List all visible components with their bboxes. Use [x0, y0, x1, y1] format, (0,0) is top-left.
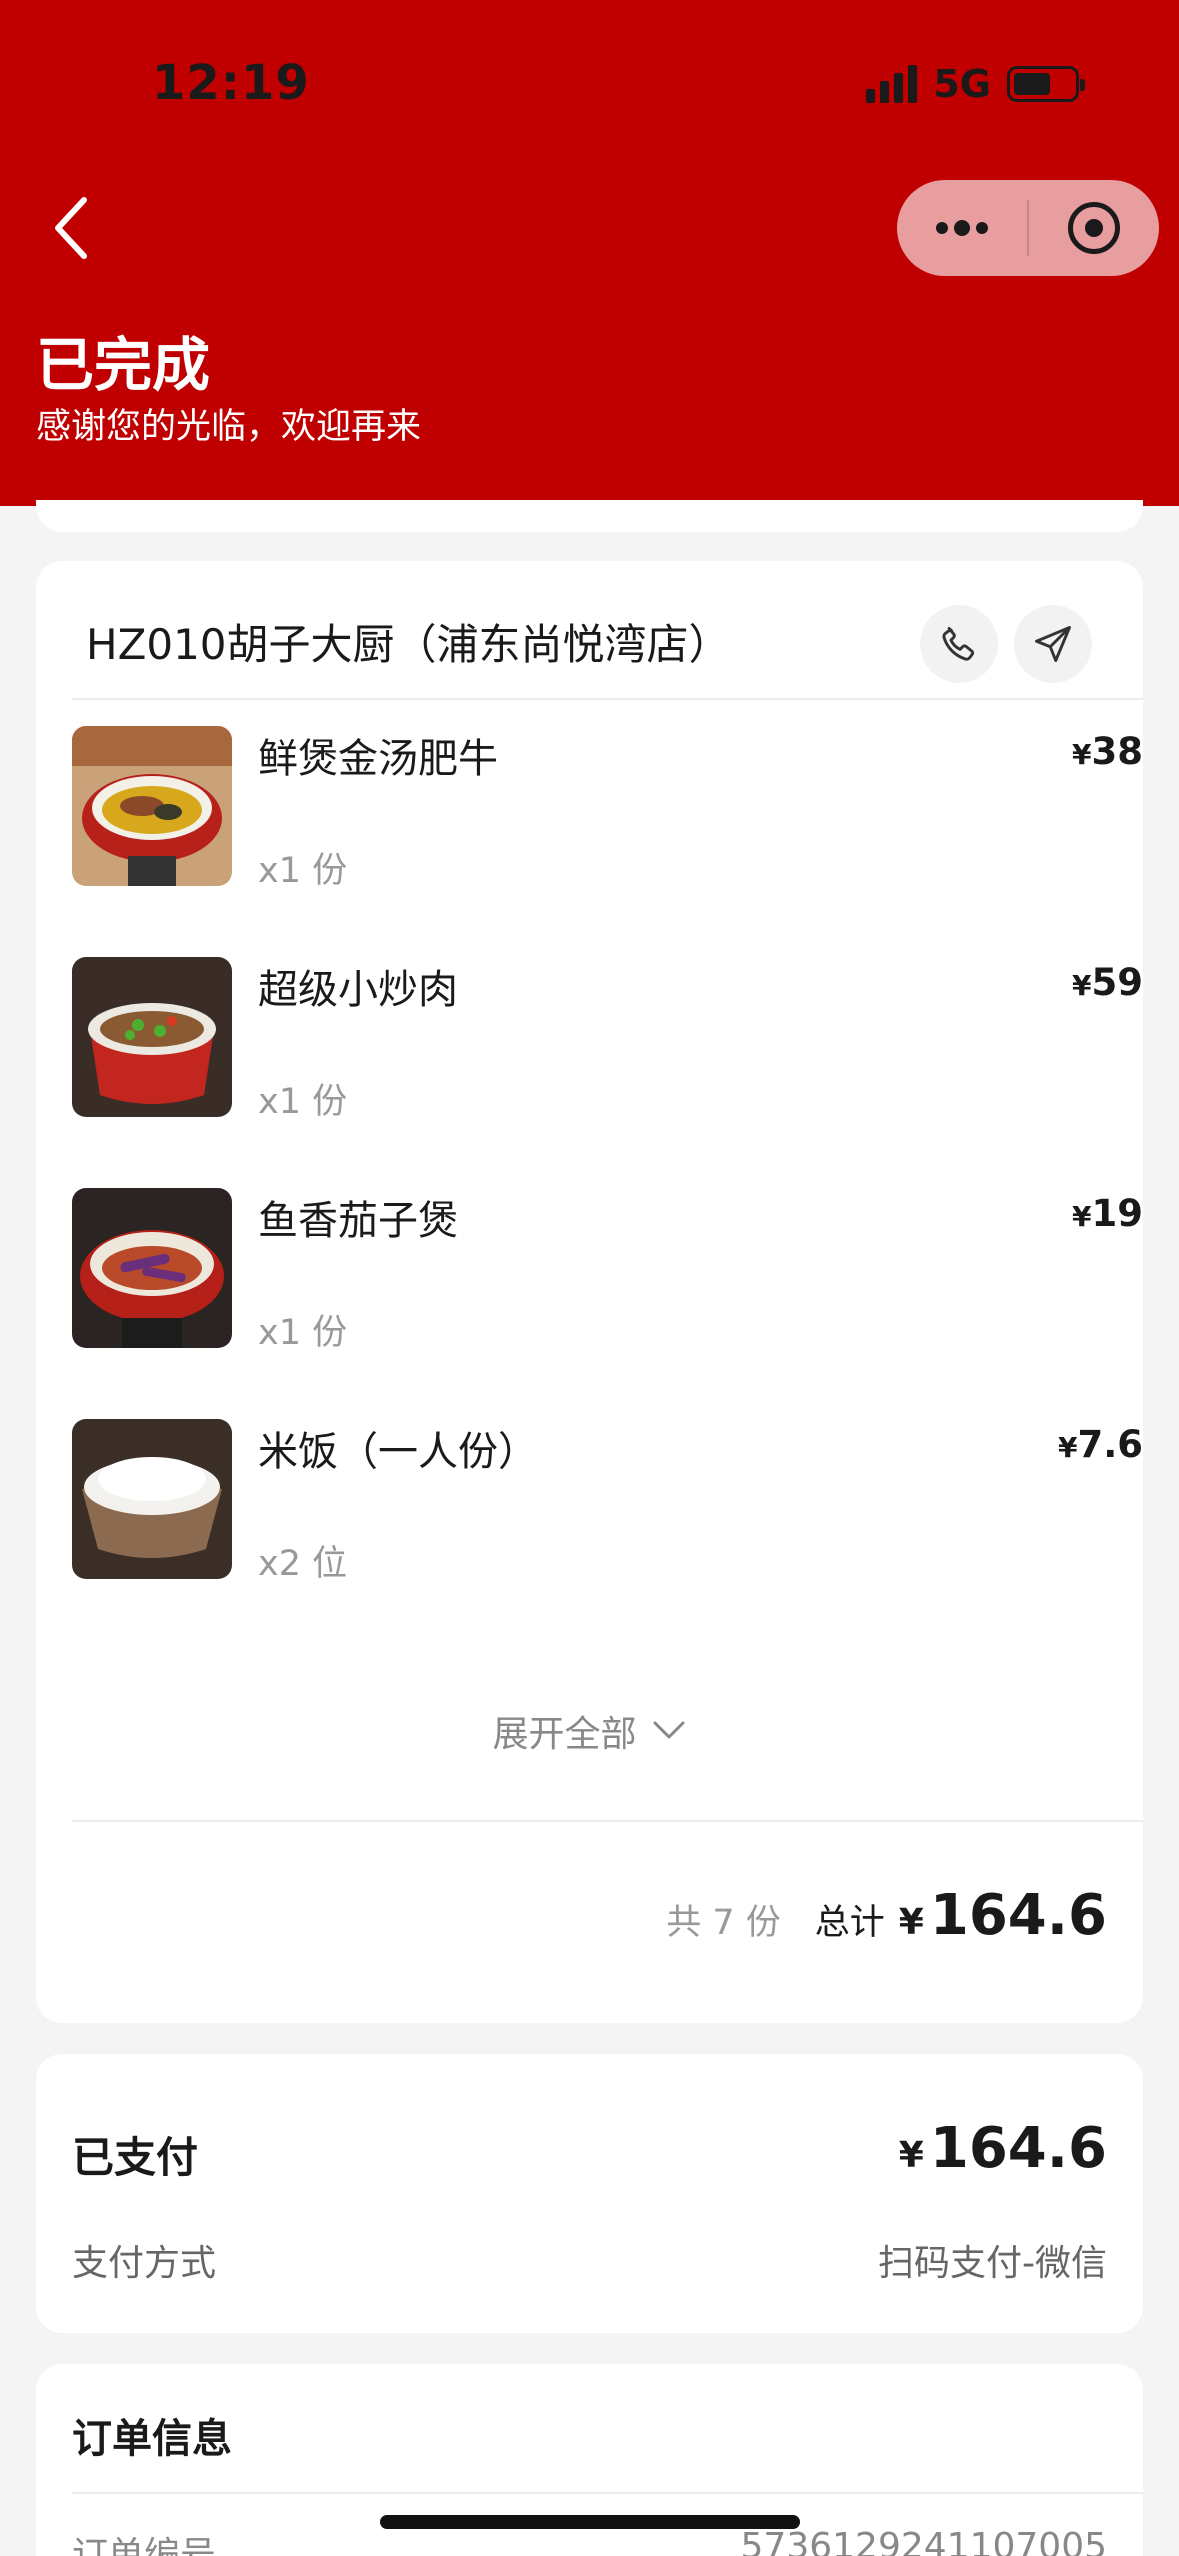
order-status-subtitle: 感谢您的光临，欢迎再来	[36, 407, 422, 447]
dish-price: ¥7.6	[1057, 1423, 1143, 1466]
order-item: 超级小炒肉 x1 份 ¥59	[72, 957, 1143, 1122]
header: 12:19 5G 已完成 感谢您的光临，欢迎再来	[0, 0, 1179, 506]
payment-method-value: 扫码支付-微信	[878, 2243, 1107, 2284]
paid-value: 164.6	[929, 2116, 1107, 2181]
dish-name: 米饭（一人份）	[258, 1429, 538, 1475]
dish-quantity: x2 位	[258, 1544, 348, 1584]
payment-card: 已支付 ¥ 164.6 支付方式 扫码支付-微信	[36, 2054, 1143, 2333]
chevron-left-icon	[55, 197, 87, 259]
divider	[72, 1820, 1143, 1822]
target-circle-icon	[1067, 202, 1120, 254]
status-time: 12:19	[152, 55, 310, 111]
more-button[interactable]	[897, 180, 1027, 276]
store-name[interactable]: HZ010胡子大厨（浦东尚悦湾店）	[86, 611, 731, 672]
dish-image	[72, 957, 232, 1117]
dish-quantity: x1 份	[258, 1082, 348, 1122]
phone-icon	[942, 626, 975, 661]
paid-label: 已支付	[72, 2133, 199, 2182]
dish-image	[72, 1419, 232, 1579]
paid-amount: ¥ 164.6	[899, 2116, 1107, 2181]
dish-price: ¥38	[1072, 730, 1143, 773]
dish-image	[72, 726, 232, 886]
currency-symbol: ¥	[898, 2135, 924, 2176]
back-button[interactable]	[50, 190, 110, 270]
order-summary: 共 7 份 总计 ¥ 164.6	[666, 1883, 1107, 1948]
order-item: 米饭（一人份） x2 位 ¥7.6	[72, 1419, 1143, 1584]
total-amount: 164.6	[929, 1883, 1107, 1948]
order-item: 鱼香茄子煲 x1 份 ¥19	[72, 1188, 1143, 1353]
dish-quantity: x1 份	[258, 851, 348, 891]
expand-all-button[interactable]: 展开全部	[36, 1705, 1143, 1757]
chevron-down-icon	[653, 1721, 684, 1739]
currency-symbol: ¥	[898, 1902, 924, 1943]
signal-icon	[866, 65, 918, 103]
dish-name: 鱼香茄子煲	[258, 1198, 458, 1244]
navigate-button[interactable]	[1014, 605, 1092, 683]
battery-icon	[1007, 66, 1085, 102]
dish-quantity: x1 份	[258, 1313, 348, 1353]
more-dots-icon	[936, 220, 988, 236]
dish-price: ¥19	[1072, 1192, 1143, 1235]
navigation-arrow-icon	[1035, 626, 1071, 662]
divider	[72, 2492, 1143, 2494]
card-edge	[36, 500, 1143, 532]
order-items-card: HZ010胡子大厨（浦东尚悦湾店） 鲜煲金汤肥牛 x1 份 ¥38 超级小炒肉 …	[36, 561, 1143, 2023]
status-icons: 5G	[866, 62, 1085, 106]
total-label: 总计	[814, 1903, 885, 1943]
network-label: 5G	[933, 62, 991, 106]
close-miniprogram-button[interactable]	[1029, 180, 1159, 276]
order-info-title: 订单信息	[72, 2416, 232, 2462]
order-status-title: 已完成	[36, 331, 211, 399]
home-indicator[interactable]	[380, 2515, 800, 2529]
order-item: 鲜煲金汤肥牛 x1 份 ¥38	[72, 726, 1143, 891]
divider	[72, 698, 1143, 700]
dish-price: ¥59	[1072, 961, 1143, 1004]
dish-name: 鲜煲金汤肥牛	[258, 736, 498, 782]
expand-all-label: 展开全部	[492, 1714, 637, 1755]
miniprogram-capsule	[897, 180, 1159, 276]
payment-method-label: 支付方式	[72, 2243, 217, 2284]
item-count: 共 7 份	[666, 1903, 781, 1943]
order-number-label: 订单编号	[72, 2535, 217, 2556]
call-store-button[interactable]	[920, 605, 998, 683]
dish-name: 超级小炒肉	[258, 967, 458, 1013]
dish-image	[72, 1188, 232, 1348]
order-number-value[interactable]: 5736129241107005	[741, 2526, 1107, 2556]
